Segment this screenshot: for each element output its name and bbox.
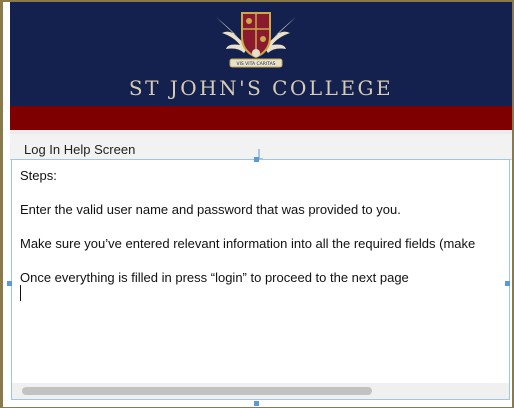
svg-text:VIS VITA CARITAS: VIS VITA CARITAS — [236, 61, 275, 67]
resize-handle-right[interactable] — [505, 281, 510, 286]
college-banner: VIS VITA CARITAS ST JOHN'S COLLEGE — [10, 2, 512, 106]
resize-handle-left[interactable] — [7, 281, 12, 286]
scrollbar-thumb[interactable] — [22, 387, 372, 395]
resize-handle-top[interactable] — [254, 157, 259, 162]
help-line-steps: Steps: — [20, 168, 57, 183]
tab-label: Log In Help Screen — [24, 142, 136, 157]
college-crest-icon: VIS VITA CARITAS — [216, 12, 296, 68]
horizontal-scrollbar[interactable] — [11, 383, 510, 400]
help-line-login: Once everything is filled in press “logi… — [20, 270, 409, 285]
help-line-required: Make sure you’ve entered relevant inform… — [20, 236, 476, 251]
app-window: VIS VITA CARITAS ST JOHN'S COLLEGE Log I… — [3, 2, 512, 407]
banner-accent-bar — [10, 106, 512, 130]
resize-handle-bottom[interactable] — [254, 401, 259, 406]
text-caret — [20, 285, 21, 301]
help-text-area[interactable]: Steps: Enter the valid user name and pas… — [11, 159, 510, 385]
college-name: ST JOHN'S COLLEGE — [128, 76, 394, 100]
help-line-credentials: Enter the valid user name and password t… — [20, 202, 401, 217]
